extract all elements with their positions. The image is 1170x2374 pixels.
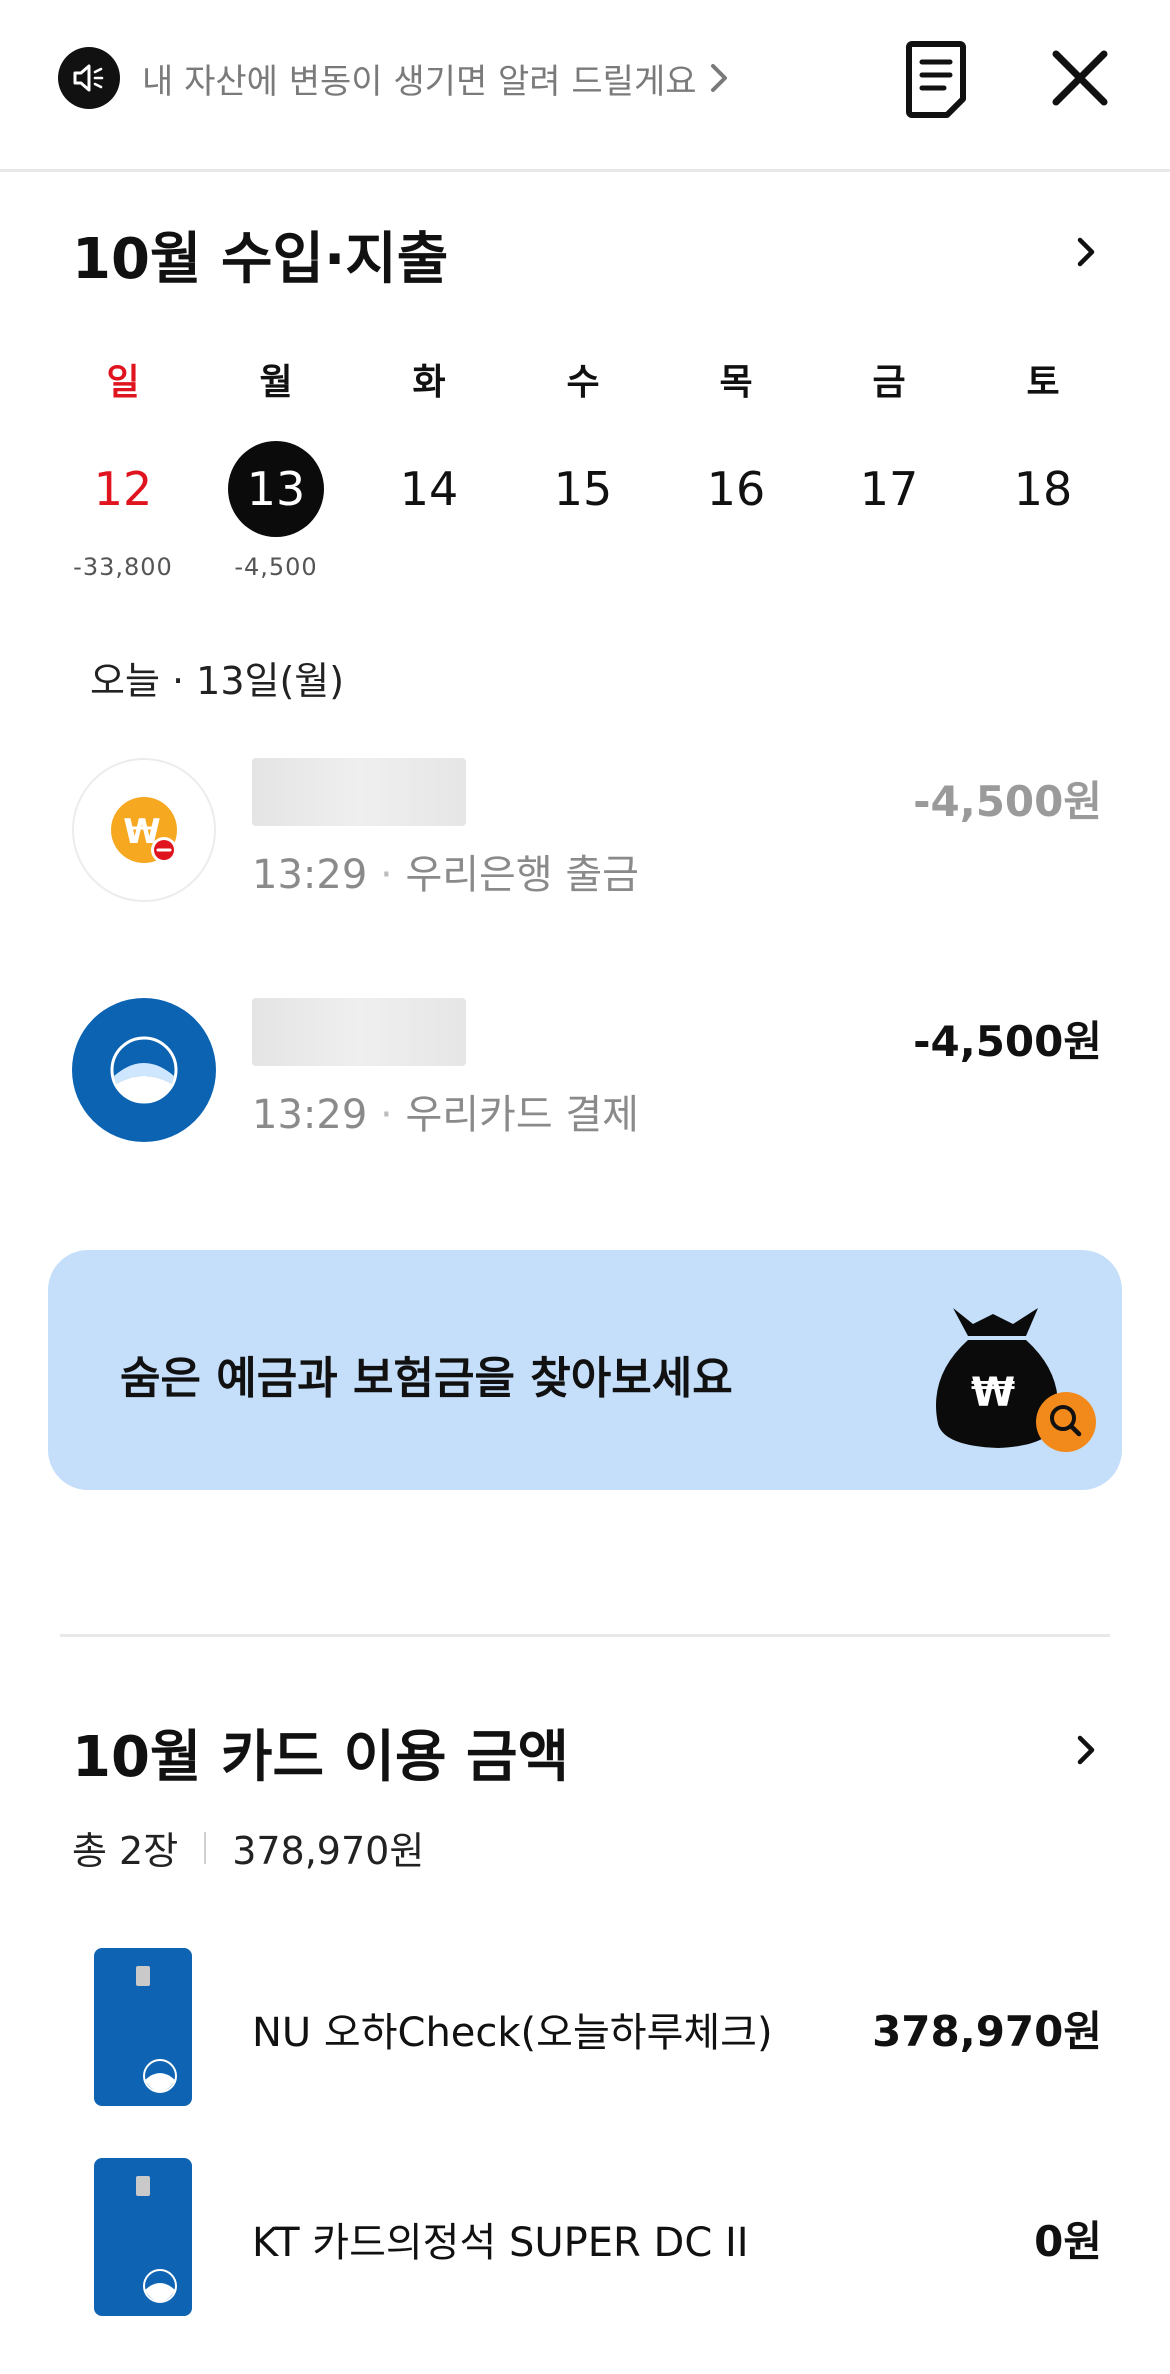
date-number: 13 xyxy=(228,441,324,537)
blurred-merchant-name xyxy=(252,758,466,826)
day-of-week: 목 xyxy=(719,362,753,403)
transaction-detail: 13:29 · 우리은행 출금 xyxy=(252,852,639,898)
notification-banner[interactable]: 내 자산에 변동이 생기면 알려 드릴게요 xyxy=(58,46,733,110)
card-total: 378,970원 xyxy=(232,1829,425,1873)
day-amount: -4,500 xyxy=(234,553,318,581)
date-number: 17 xyxy=(859,462,919,516)
transaction-item[interactable]: 13:29 · 우리카드 결제 -4,500원 xyxy=(72,998,1102,1144)
date-number: 14 xyxy=(399,462,459,516)
income-expense-title[interactable]: 10월 수입·지출 xyxy=(72,214,448,295)
day-of-week: 수 xyxy=(566,362,600,403)
card-usage-title[interactable]: 10월 카드 이용 금액 xyxy=(72,1712,569,1793)
card-amount: 378,970원 xyxy=(872,2007,1102,2056)
calendar-day[interactable]: 수 15 xyxy=(518,355,648,553)
banner-text: 숨은 예금과 보험금을 찾아보세요 xyxy=(120,1353,733,1404)
transaction-amount: -4,500원 xyxy=(913,1017,1102,1066)
transaction-desc: 우리은행 출금 xyxy=(405,852,639,898)
money-bag-search-icon: ₩ xyxy=(936,1308,1096,1452)
card-image xyxy=(94,1948,192,2106)
chevron-right-icon[interactable] xyxy=(1072,1730,1100,1770)
day-of-week: 일 xyxy=(106,362,140,403)
day-amount: -33,800 xyxy=(73,553,173,581)
card-image xyxy=(94,2158,192,2316)
speaker-icon xyxy=(58,47,120,109)
calendar-day[interactable]: 토 18 xyxy=(978,355,1108,553)
day-of-week: 금 xyxy=(872,362,906,403)
card-name: KT 카드의정석 SUPER DC II xyxy=(252,2220,749,2266)
top-bar: 내 자산에 변동이 생기면 알려 드릴게요 xyxy=(0,0,1170,172)
card-item[interactable]: KT 카드의정석 SUPER DC II 0원 xyxy=(94,2158,1102,2316)
day-of-week: 화 xyxy=(412,362,446,403)
calendar-day-selected[interactable]: 월 13 -4,500 xyxy=(211,355,341,581)
hidden-deposits-banner[interactable]: 숨은 예금과 보험금을 찾아보세요 ₩ xyxy=(48,1250,1122,1490)
transaction-time: 13:29 xyxy=(252,1092,368,1138)
day-of-week: 토 xyxy=(1026,362,1060,403)
separator xyxy=(204,1831,207,1864)
document-icon[interactable] xyxy=(906,40,966,118)
transaction-item[interactable]: W 13:29 · 우리은행 출금 -4,500원 xyxy=(72,758,1102,904)
transaction-time: 13:29 xyxy=(252,852,368,898)
transaction-detail: 13:29 · 우리카드 결제 xyxy=(252,1092,639,1138)
withdrawal-icon: W xyxy=(72,758,216,902)
chevron-right-icon[interactable] xyxy=(1072,232,1100,272)
day-of-week: 월 xyxy=(259,362,293,403)
card-count: 총 2장 xyxy=(72,1829,179,1873)
today-label: 오늘 · 13일(월) xyxy=(90,659,345,703)
blurred-merchant-name xyxy=(252,998,466,1066)
close-icon[interactable] xyxy=(1050,48,1110,108)
section-divider xyxy=(60,1634,1110,1637)
date-number: 12 xyxy=(93,462,153,516)
card-summary: 총 2장 378,970원 xyxy=(72,1820,424,1875)
notice-text: 내 자산에 변동이 생기면 알려 드릴게요 xyxy=(142,61,697,102)
transaction-amount: -4,500원 xyxy=(913,777,1102,826)
chevron-right-icon xyxy=(710,64,727,92)
date-number: 18 xyxy=(1013,462,1073,516)
calendar-day[interactable]: 일 12 -33,800 xyxy=(58,355,188,581)
card-item[interactable]: NU 오하Check(오늘하루체크) 378,970원 xyxy=(94,1948,1102,2106)
calendar-day[interactable]: 금 17 xyxy=(824,355,954,553)
date-number: 15 xyxy=(553,462,613,516)
date-number: 16 xyxy=(706,462,766,516)
card-name: NU 오하Check(오늘하루체크) xyxy=(252,2010,773,2056)
woori-bank-logo-icon xyxy=(72,998,216,1142)
calendar-day[interactable]: 화 14 xyxy=(364,355,494,553)
card-amount: 0원 xyxy=(1034,2217,1102,2266)
won-symbol: ₩ xyxy=(971,1370,1015,1416)
transaction-desc: 우리카드 결제 xyxy=(405,1092,639,1138)
calendar-day[interactable]: 목 16 xyxy=(671,355,801,553)
